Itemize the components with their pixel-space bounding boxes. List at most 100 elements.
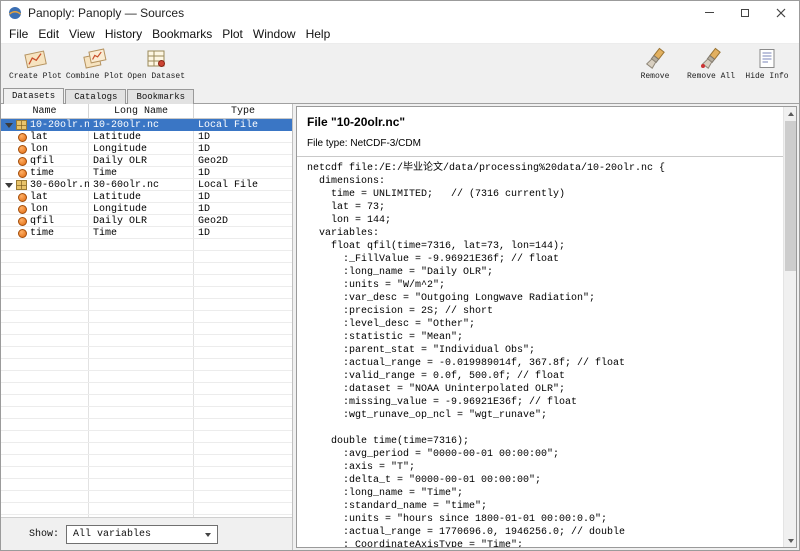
tab-datasets[interactable]: Datasets bbox=[3, 88, 64, 104]
variable-icon bbox=[18, 217, 27, 226]
tree-row-lon[interactable]: lonLongitude1D bbox=[1, 203, 292, 215]
remove-all-button[interactable]: Remove All bbox=[687, 46, 735, 87]
dataset-icon bbox=[16, 180, 27, 190]
tree-row-30-60olr.nc[interactable]: 30-60olr.nc30-60olr.ncLocal File bbox=[1, 179, 292, 191]
tree-row-time[interactable]: timeTime1D bbox=[1, 227, 292, 239]
expander-icon[interactable] bbox=[5, 123, 13, 128]
column-header-long-name[interactable]: Long Name bbox=[89, 104, 194, 118]
cdl-line: :long_name = "Daily OLR"; bbox=[307, 266, 773, 279]
cell-type: 1D bbox=[194, 143, 292, 155]
info-file-type: File type: NetCDF-3/CDM bbox=[307, 138, 786, 149]
cdl-line: float qfil(time=7316, lat=73, lon=144); bbox=[307, 240, 773, 253]
tree-row-lat[interactable]: latLatitude1D bbox=[1, 191, 292, 203]
maximize-button[interactable] bbox=[727, 1, 763, 24]
info-panel-wrap: File "10-20olr.nc" File type: NetCDF-3/C… bbox=[293, 104, 799, 550]
tree-header: Name Long Name Type bbox=[1, 104, 292, 119]
create-plot-button[interactable]: Create Plot bbox=[9, 46, 62, 87]
window-title: Panoply: Panoply — Sources bbox=[28, 6, 184, 20]
menu-item-file[interactable]: File bbox=[4, 25, 33, 43]
cell-name: lon bbox=[1, 143, 89, 155]
expander-icon[interactable] bbox=[5, 183, 13, 188]
menu-item-history[interactable]: History bbox=[100, 25, 147, 43]
cell-type: 1D bbox=[194, 131, 292, 143]
cell-name: qfil bbox=[1, 215, 89, 227]
menu-item-window[interactable]: Window bbox=[248, 25, 301, 43]
remove-button[interactable]: Remove bbox=[633, 46, 677, 87]
cdl-line: :valid_range = 0.0f, 500.0f; // float bbox=[307, 370, 773, 383]
close-button[interactable] bbox=[763, 1, 799, 24]
combine-plot-icon bbox=[82, 46, 108, 72]
menubar: File Edit View History Bookmarks Plot Wi… bbox=[1, 24, 799, 44]
dataset-tree: 10-20olr.nc10-20olr.ncLocal FilelatLatit… bbox=[1, 119, 292, 517]
cdl-line: :_CoordinateAxisType = "Time"; bbox=[307, 539, 773, 547]
tab-catalogs[interactable]: Catalogs bbox=[65, 89, 126, 104]
cell-name: time bbox=[1, 167, 89, 179]
cdl-line: :delta_t = "0000-00-01 00:00:00"; bbox=[307, 474, 773, 487]
variable-icon bbox=[18, 157, 27, 166]
cdl-line: double time(time=7316); bbox=[307, 435, 773, 448]
menu-item-view[interactable]: View bbox=[64, 25, 100, 43]
cell-name: qfil bbox=[1, 155, 89, 167]
cdl-line: :parent_stat = "Individual Obs"; bbox=[307, 344, 773, 357]
minimize-icon bbox=[705, 12, 714, 13]
cell-name: time bbox=[1, 227, 89, 239]
hide-info-icon bbox=[754, 46, 780, 72]
cell-name: lat bbox=[1, 191, 89, 203]
app-icon bbox=[8, 6, 22, 20]
main-area: Name Long Name Type 10-20olr.nc10-20olr.… bbox=[1, 104, 799, 550]
close-icon bbox=[776, 8, 786, 18]
info-file-title: File "10-20olr.nc" bbox=[307, 115, 786, 129]
cell-name: lat bbox=[1, 131, 89, 143]
variable-icon bbox=[18, 145, 27, 154]
create-plot-label: Create Plot bbox=[9, 72, 62, 81]
show-bar: Show: All variables bbox=[1, 517, 292, 550]
info-scrollbar[interactable] bbox=[783, 107, 796, 547]
show-variables-dropdown[interactable]: All variables bbox=[66, 525, 218, 544]
window-controls bbox=[691, 1, 799, 24]
cdl-line: :var_desc = "Outgoing Longwave Radiation… bbox=[307, 292, 773, 305]
combine-plot-button[interactable]: Combine Plot bbox=[66, 46, 124, 87]
hide-info-button[interactable]: Hide Info bbox=[745, 46, 789, 87]
tab-bookmarks[interactable]: Bookmarks bbox=[127, 89, 194, 104]
menu-item-plot[interactable]: Plot bbox=[217, 25, 248, 43]
scroll-down-icon bbox=[788, 539, 794, 543]
cell-long-name: Daily OLR bbox=[89, 215, 194, 227]
dataset-icon bbox=[16, 120, 27, 130]
menu-item-help[interactable]: Help bbox=[301, 25, 336, 43]
cdl-line: :long_name = "Time"; bbox=[307, 487, 773, 500]
cell-type: 1D bbox=[194, 167, 292, 179]
cdl-line: :precision = 2S; // short bbox=[307, 305, 773, 318]
column-header-name[interactable]: Name bbox=[1, 104, 89, 118]
cdl-line: :units = "W/m^2"; bbox=[307, 279, 773, 292]
panoply-window: Panoply: Panoply — Sources File Edit Vie… bbox=[0, 0, 800, 551]
tree-row-qfil[interactable]: qfilDaily OLRGeo2D bbox=[1, 215, 292, 227]
tree-row-lat[interactable]: latLatitude1D bbox=[1, 131, 292, 143]
titlebar: Panoply: Panoply — Sources bbox=[1, 1, 799, 24]
cell-long-name: Daily OLR bbox=[89, 155, 194, 167]
tree-row-qfil[interactable]: qfilDaily OLRGeo2D bbox=[1, 155, 292, 167]
cdl-line: :units = "hours since 1800-01-01 00:00:0… bbox=[307, 513, 773, 526]
column-header-type[interactable]: Type bbox=[194, 104, 292, 118]
show-variables-value: All variables bbox=[73, 529, 151, 540]
menu-item-edit[interactable]: Edit bbox=[33, 25, 64, 43]
chevron-down-icon bbox=[205, 533, 211, 537]
datasets-panel: Name Long Name Type 10-20olr.nc10-20olr.… bbox=[1, 104, 293, 550]
cdl-line: :dataset = "NOAA Uninterpolated OLR"; bbox=[307, 383, 773, 396]
scroll-down-button[interactable] bbox=[784, 534, 797, 547]
tree-row-10-20olr.nc[interactable]: 10-20olr.nc10-20olr.ncLocal File bbox=[1, 119, 292, 131]
toolbar: Create Plot Combine Plot bbox=[1, 44, 799, 87]
tree-row-lon[interactable]: lonLongitude1D bbox=[1, 143, 292, 155]
cdl-line: variables: bbox=[307, 227, 773, 240]
variable-icon bbox=[18, 229, 27, 238]
cdl-line: lon = 144; bbox=[307, 214, 773, 227]
scroll-up-button[interactable] bbox=[784, 107, 797, 120]
cell-long-name: 10-20olr.nc bbox=[89, 119, 194, 131]
menu-item-bookmarks[interactable]: Bookmarks bbox=[147, 25, 217, 43]
cell-name: lon bbox=[1, 203, 89, 215]
open-dataset-button[interactable]: Open Dataset bbox=[127, 46, 185, 87]
cell-long-name: Time bbox=[89, 167, 194, 179]
toolbar-left-group: Create Plot Combine Plot bbox=[9, 46, 189, 87]
scrollbar-thumb[interactable] bbox=[785, 121, 796, 271]
minimize-button[interactable] bbox=[691, 1, 727, 24]
tree-row-time[interactable]: timeTime1D bbox=[1, 167, 292, 179]
